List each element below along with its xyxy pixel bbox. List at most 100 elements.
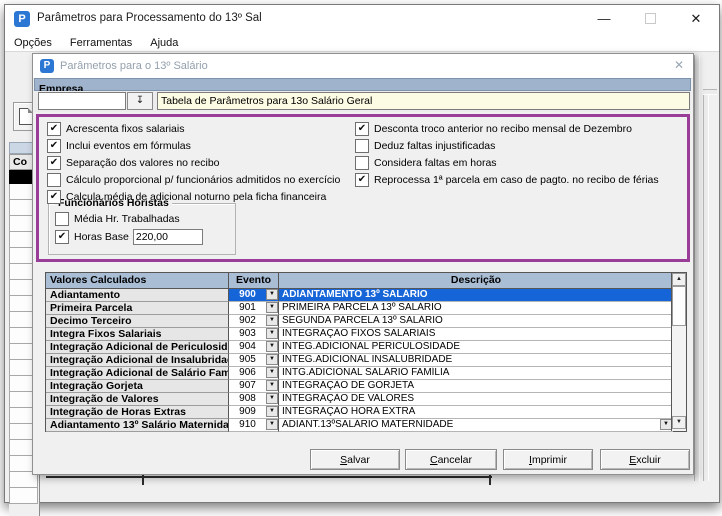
dialog-close-button[interactable]: ✕: [674, 58, 684, 72]
new-document-icon: [19, 108, 33, 125]
cell-valor: Integração Adicional de Insalubridade: [46, 354, 229, 367]
checkbox[interactable]: ✔: [55, 230, 69, 244]
cell-descricao: ADIANTAMENTO 13º SALÁRIO: [279, 289, 673, 302]
checkbox[interactable]: [355, 156, 369, 170]
evento-value: 904: [229, 341, 266, 353]
horas-base-input[interactable]: [133, 229, 203, 245]
checkbox-label: Separação dos valores no recibo: [66, 157, 220, 169]
table-header-row: Valores Calculados Evento Descrição: [46, 273, 686, 289]
evento-dropdown-icon[interactable]: ▼: [266, 406, 278, 417]
evento-value: 903: [229, 328, 266, 340]
table-row[interactable]: Integração Adicional de Salário Família9…: [46, 367, 673, 380]
scroll-up-button[interactable]: ▲: [672, 273, 686, 286]
evento-dropdown-icon[interactable]: ▼: [266, 302, 278, 313]
table-row[interactable]: Integração de Valores908▼INTEGRAÇÃO DE V…: [46, 393, 673, 406]
table-row[interactable]: Integração Adicional de Periculosidade90…: [46, 341, 673, 354]
menu-item-ferramentas[interactable]: Ferramentas: [61, 35, 141, 49]
table-row[interactable]: Decimo Terceiro902▼SEGUNDA PARCELA 13º S…: [46, 315, 673, 328]
table-row[interactable]: Integra Fixos Salariais903▼INTEGRAÇÃO FI…: [46, 328, 673, 341]
checkbox-option[interactable]: Cálculo proporcional p/ funcionários adm…: [47, 173, 340, 187]
menu-item-opções[interactable]: Opções: [5, 35, 61, 49]
checkbox-option[interactable]: ✔Inclui eventos em fórmulas: [47, 139, 191, 153]
cell-valor: Integração de Horas Extras: [46, 406, 229, 419]
app-titlebar: P Parâmetros para Processamento do 13º S…: [5, 5, 719, 33]
evento-dropdown-icon[interactable]: ▼: [266, 341, 278, 352]
table-row[interactable]: Primeira Parcela901▼PRIMEIRA PARCELA 13º…: [46, 302, 673, 315]
checkbox-option[interactable]: ✔Desconta troco anterior no recibo mensa…: [355, 122, 632, 136]
cell-evento: 908▼: [229, 393, 279, 406]
scrollbar-thumb[interactable]: [672, 286, 686, 326]
table-body: Adiantamento900▼ADIANTAMENTO 13º SALÁRIO…: [46, 289, 673, 432]
table-vertical-scrollbar[interactable]: ▲ ▼: [671, 273, 686, 431]
evento-dropdown-icon[interactable]: ▼: [266, 393, 278, 404]
checkbox-option[interactable]: Considera faltas em horas: [355, 156, 497, 170]
menu-item-ajuda[interactable]: Ajuda: [141, 35, 187, 49]
empresa-description-field[interactable]: Tabela de Parâmetros para 13o Salário Ge…: [157, 92, 690, 110]
cell-valor: Integra Fixos Salariais: [46, 328, 229, 341]
checkbox-option[interactable]: ✔ Horas Base: [55, 230, 203, 244]
checkbox-label: Deduz faltas injustificadas: [374, 140, 495, 152]
checkbox[interactable]: [355, 139, 369, 153]
evento-dropdown-icon[interactable]: ▼: [266, 328, 278, 339]
scroll-up-icon: ▲: [676, 276, 682, 282]
cell-valor: Integração Adicional de Salário Família: [46, 367, 229, 380]
dialog-titlebar: P Parâmetros para o 13º Salário ✕: [33, 54, 693, 79]
table-row[interactable]: Adiantamento 13º Salário Maternidade910▼…: [46, 419, 673, 432]
checkbox-option[interactable]: ✔ Separação dos valores no recibo: [47, 156, 220, 170]
checkbox-label: Média Hr. Trabalhadas: [74, 213, 180, 225]
evento-dropdown-icon[interactable]: ▼: [266, 419, 278, 430]
evento-dropdown-icon[interactable]: ▼: [266, 380, 278, 391]
app-logo-icon: P: [14, 11, 30, 27]
table-row[interactable]: Integração de Horas Extras909▼INTEGRAÇÃO…: [46, 406, 673, 419]
menu-bar: OpçõesFerramentasAjuda: [5, 33, 719, 52]
cell-evento: 907▼: [229, 380, 279, 393]
dialog-logo-icon: P: [40, 59, 54, 73]
checkbox-option[interactable]: ✔Calcula média de adicional noturno pela…: [47, 190, 326, 204]
app-window: P Parâmetros para Processamento do 13º S…: [4, 4, 720, 503]
evento-value: 910: [229, 419, 266, 431]
cell-valor: Primeira Parcela: [46, 302, 229, 315]
checkbox-label: Horas Base: [74, 231, 129, 243]
close-button[interactable]: ✕: [673, 5, 719, 33]
imprimir-button[interactable]: Imprimir: [503, 449, 593, 470]
checkbox[interactable]: ✔: [47, 122, 61, 136]
table-row[interactable]: Integração Gorjeta907▼INTEGRAÇÃO DE GORJ…: [46, 380, 673, 393]
minimize-button[interactable]: —: [581, 5, 627, 33]
evento-dropdown-icon[interactable]: ▼: [266, 367, 278, 378]
cancelar-button[interactable]: Cancelar: [405, 449, 497, 470]
cell-descricao: PRIMEIRA PARCELA 13º SALÁRIO: [279, 302, 673, 315]
dialog-title: Parâmetros para o 13º Salário: [60, 60, 208, 72]
table-row[interactable]: Integração Adicional de Insalubridade905…: [46, 354, 673, 367]
empresa-lookup-button[interactable]: ↧: [127, 92, 153, 110]
checkbox[interactable]: [55, 212, 69, 226]
cell-descricao: INTEGRAÇÃO HORA EXTRA: [279, 406, 673, 419]
evento-dropdown-icon[interactable]: ▼: [266, 289, 278, 300]
empresa-code-input[interactable]: [38, 92, 126, 110]
checkbox-option[interactable]: ✔Acrescenta fixos salariais: [47, 122, 184, 136]
evento-value: 906: [229, 367, 266, 379]
cell-evento: 900▼: [229, 289, 279, 302]
evento-dropdown-icon[interactable]: ▼: [266, 315, 278, 326]
salvar-button[interactable]: Salvar: [310, 449, 400, 470]
checkbox[interactable]: ✔: [47, 139, 61, 153]
checkbox[interactable]: ✔: [47, 190, 61, 204]
cell-descricao: ADIANT.13ºSALÁRIO MATERNIDADE▼: [279, 419, 673, 432]
scroll-down-button[interactable]: ▼: [672, 416, 686, 429]
checkbox[interactable]: ✔: [47, 156, 61, 170]
cell-descricao: SEGUNDA PARCELA 13º SALÁRIO: [279, 315, 673, 328]
cell-valor: Integração Adicional de Periculosidade: [46, 341, 229, 354]
maximize-button[interactable]: [627, 5, 673, 33]
checkbox[interactable]: ✔: [355, 173, 369, 187]
cell-descricao: INTG.ADICIONAL SALÁRIO FAMÍLIA: [279, 367, 673, 380]
checkbox[interactable]: ✔: [355, 122, 369, 136]
checkbox-option[interactable]: Deduz faltas injustificadas: [355, 139, 495, 153]
table-row[interactable]: Adiantamento900▼ADIANTAMENTO 13º SALÁRIO: [46, 289, 673, 302]
excluir-button[interactable]: Excluir: [600, 449, 690, 470]
checkbox-option[interactable]: ✔Reprocessa 1ª parcela em caso de pagto.…: [355, 173, 659, 187]
evento-dropdown-icon[interactable]: ▼: [266, 354, 278, 365]
checkbox[interactable]: [47, 173, 61, 187]
screenshot-page: P Parâmetros para Processamento do 13º S…: [0, 0, 722, 516]
minimize-icon: —: [598, 11, 611, 26]
checkbox-option[interactable]: Média Hr. Trabalhadas: [55, 212, 180, 226]
evento-value: 908: [229, 393, 266, 405]
